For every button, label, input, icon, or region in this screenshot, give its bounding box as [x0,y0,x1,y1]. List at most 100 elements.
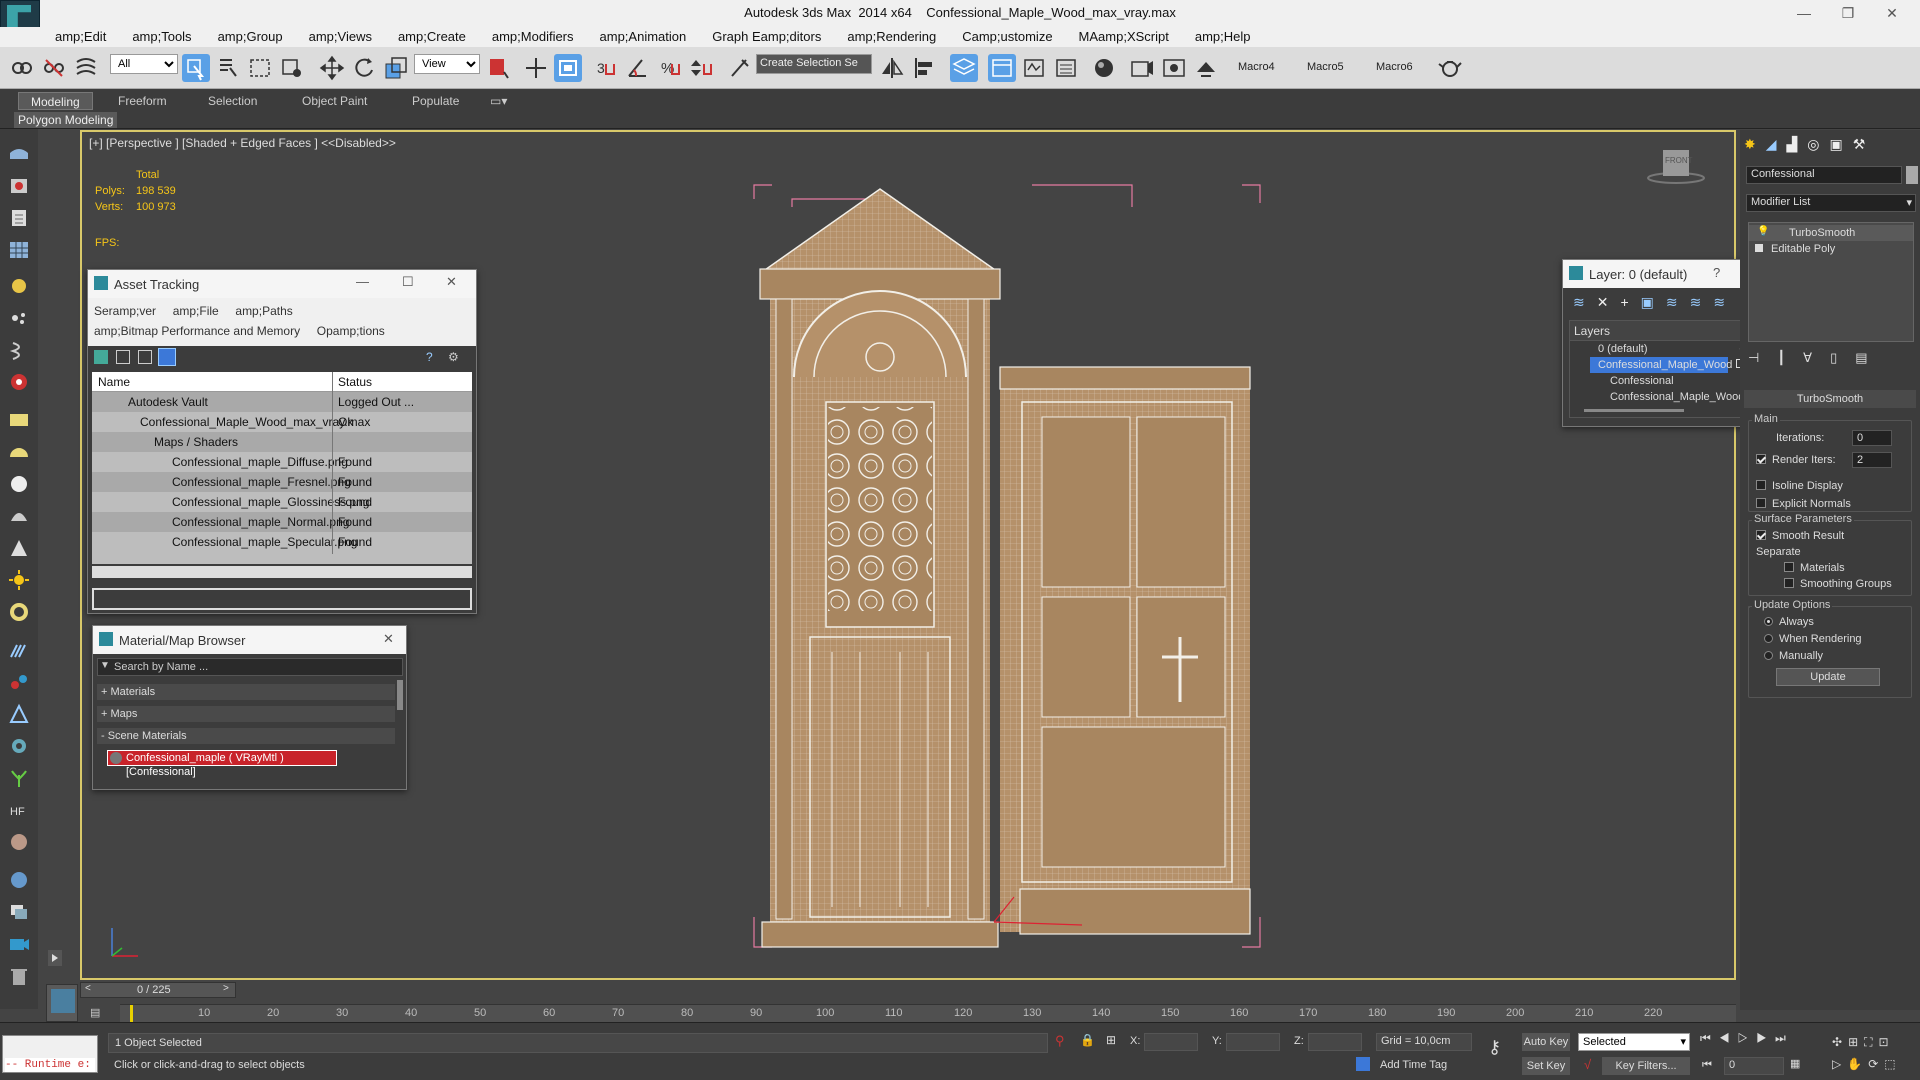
layer-object-confessional[interactable]: Confessional [1570,373,1754,389]
z-coordinate-field[interactable] [1308,1033,1362,1051]
viewcube[interactable]: FRONT [1646,146,1706,186]
torus-icon[interactable] [7,601,31,623]
next-frame-icon[interactable]: ▶ [1756,1031,1775,1045]
table-row[interactable]: Confessional_Maple_Wood_max_vray.max Ok [92,412,472,432]
select-object-icon[interactable] [182,54,210,82]
percent-snap-icon[interactable]: % [656,54,684,82]
turbosmooth-rollout-header[interactable]: TurboSmooth [1744,390,1916,408]
menu-create[interactable]: amp;Create [385,27,479,47]
maximize-icon[interactable]: ☐ [402,274,414,290]
maximize-viewport-icon[interactable]: ⬚ [1884,1057,1901,1071]
ribbon-options-icon[interactable]: ▭▾ [478,92,519,110]
zoom-extents-all-icon[interactable]: ⊡ [1879,1035,1895,1049]
time-slider-track[interactable]: < 0 / 225 > [80,982,236,998]
edit-named-selection-icon[interactable] [726,54,754,82]
gear-icon[interactable] [7,735,31,757]
utilities-tab-icon[interactable]: ⚒ [1853,136,1876,152]
paint-icon[interactable] [7,275,31,297]
rotate-icon[interactable] [350,54,378,82]
expand-toolbar-button[interactable] [48,950,62,966]
set-keys-key-icon[interactable]: ⚷ [1488,1037,1501,1058]
keyboard-shortcut-override-icon[interactable] [554,54,582,82]
hide-layers-icon[interactable]: ≋ [1690,294,1714,310]
create-tab-icon[interactable]: ✸ [1744,136,1766,152]
graphite-tools-icon[interactable] [1020,54,1048,82]
named-selection-dropdown[interactable]: Create Selection Se [756,54,872,74]
scene-materials-section[interactable]: - Scene Materials [97,728,395,744]
previous-frame-icon[interactable]: ◀ [1719,1031,1738,1045]
hierarchy-tab-icon[interactable]: ▟ [1787,136,1808,152]
hf-icon[interactable]: HF [7,799,31,821]
render-setup-icon[interactable] [1128,54,1156,82]
next-frame-icon[interactable]: > [223,983,229,994]
snaps-toggle-icon[interactable]: 3 [592,54,620,82]
macro4-button[interactable]: Macro4 [1238,61,1275,73]
lightbulb-icon[interactable]: 💡 [1757,226,1769,237]
menu-options[interactable]: Opamp;tions [317,324,385,338]
menu-group[interactable]: amp;Group [205,27,296,47]
menu-help[interactable]: amp;Help [1182,27,1264,47]
orbit-icon[interactable]: ⟳ [1868,1057,1884,1071]
help-icon[interactable]: ? [1713,265,1720,280]
column-name-header[interactable]: Name [98,372,130,392]
table-row[interactable]: Confessional_maple_Diffuse.png Found [92,452,472,472]
y-coordinate-field[interactable] [1226,1033,1280,1051]
field-of-view-icon[interactable]: ▷ [1832,1057,1847,1071]
time-tag-icon[interactable] [1356,1057,1370,1071]
shell-icon[interactable] [7,505,31,527]
track-bar[interactable]: 10 20 30 40 50 60 70 80 90 100 110 120 1… [120,1004,1736,1023]
stack-item-turbosmooth[interactable]: TurboSmooth [1749,225,1913,241]
update-button[interactable]: Update [1776,668,1880,686]
restore-button[interactable]: ❐ [1830,2,1866,24]
table-view-icon[interactable] [138,350,152,364]
list-icon[interactable] [7,207,31,229]
key-filters-button[interactable]: Key Filters... [1602,1057,1690,1075]
menu-edit[interactable]: amp;Edit [42,27,119,47]
table-row[interactable]: Confessional_maple_Fresnel.png Found [92,472,472,492]
tab-freeform[interactable]: Freeform [106,92,179,110]
layer-dialog-titlebar[interactable]: Layer: 0 (default) ? ✕ [1563,260,1765,288]
menu-server[interactable]: Seramp;ver [94,304,156,318]
zoom-all-icon[interactable]: ⊞ [1848,1035,1864,1049]
layer-object-confessional-maple-wood[interactable]: Confessional_Maple_Wood [1570,389,1754,405]
layer-item-default[interactable]: 0 (default) [1570,341,1754,357]
render-icon[interactable] [7,175,31,197]
cloth-icon[interactable] [7,671,31,693]
auto-key-button[interactable]: Auto Key [1522,1033,1570,1051]
delete-layer-icon[interactable]: ✕ [1597,294,1621,310]
tab-object-paint[interactable]: Object Paint [290,92,379,110]
confessional-model[interactable] [752,177,1262,952]
scene-explorer-icon[interactable] [988,54,1016,82]
close-button[interactable]: ✕ [1874,2,1910,24]
highlight-layer-icon[interactable]: ≋ [1666,294,1690,310]
asset-path-field[interactable] [92,588,472,610]
table-row[interactable]: Maps / Shaders [92,432,472,452]
material-browser-titlebar[interactable]: Material/Map Browser ✕ [93,626,406,654]
zoom-icon[interactable]: ✣ [1832,1035,1848,1049]
pin-stack-icon[interactable]: ⊣ [1748,350,1777,365]
viewport-label[interactable]: [+] [Perspective ] [Shaded + Edged Faces… [89,136,396,150]
hemisphere-icon[interactable] [7,441,31,463]
film-icon[interactable] [7,371,31,393]
unlink-icon[interactable] [40,54,68,82]
maxscript-output[interactable]: -- Runtime e: [5,1058,95,1072]
current-frame-marker[interactable] [130,1005,133,1023]
tab-modeling[interactable]: Modeling [18,92,93,110]
scene-material-item[interactable]: Confessional_maple ( VRayMtl ) [Confessi… [107,750,337,778]
table-row[interactable]: Confessional_maple_Normal.png Found [92,512,472,532]
menu-graph-editors[interactable]: Graph Eamp;ditors [699,27,834,47]
hair-icon[interactable] [7,639,31,661]
macro5-button[interactable]: Macro5 [1307,61,1344,73]
teapot-icon[interactable] [1436,54,1464,82]
zoom-extents-icon[interactable]: ⛶ [1864,1035,1878,1049]
trash-icon[interactable] [7,965,31,987]
configure-sets-icon[interactable]: ▤ [1855,350,1885,365]
pivot-center-icon[interactable] [484,54,512,82]
asset-tracking-titlebar[interactable]: Asset Tracking — ☐ ✕ [88,270,476,298]
key-mode-toggle-icon[interactable]: ⏮ [1702,1059,1712,1072]
maps-section[interactable]: + Maps [97,706,395,722]
modifier-list-dropdown[interactable]: Modifier List ▾ [1746,194,1916,212]
table-row[interactable]: Confessional_maple_Specular.png Found [92,532,472,552]
select-manipulate-icon[interactable] [522,54,550,82]
rectangular-selection-icon[interactable] [246,54,274,82]
